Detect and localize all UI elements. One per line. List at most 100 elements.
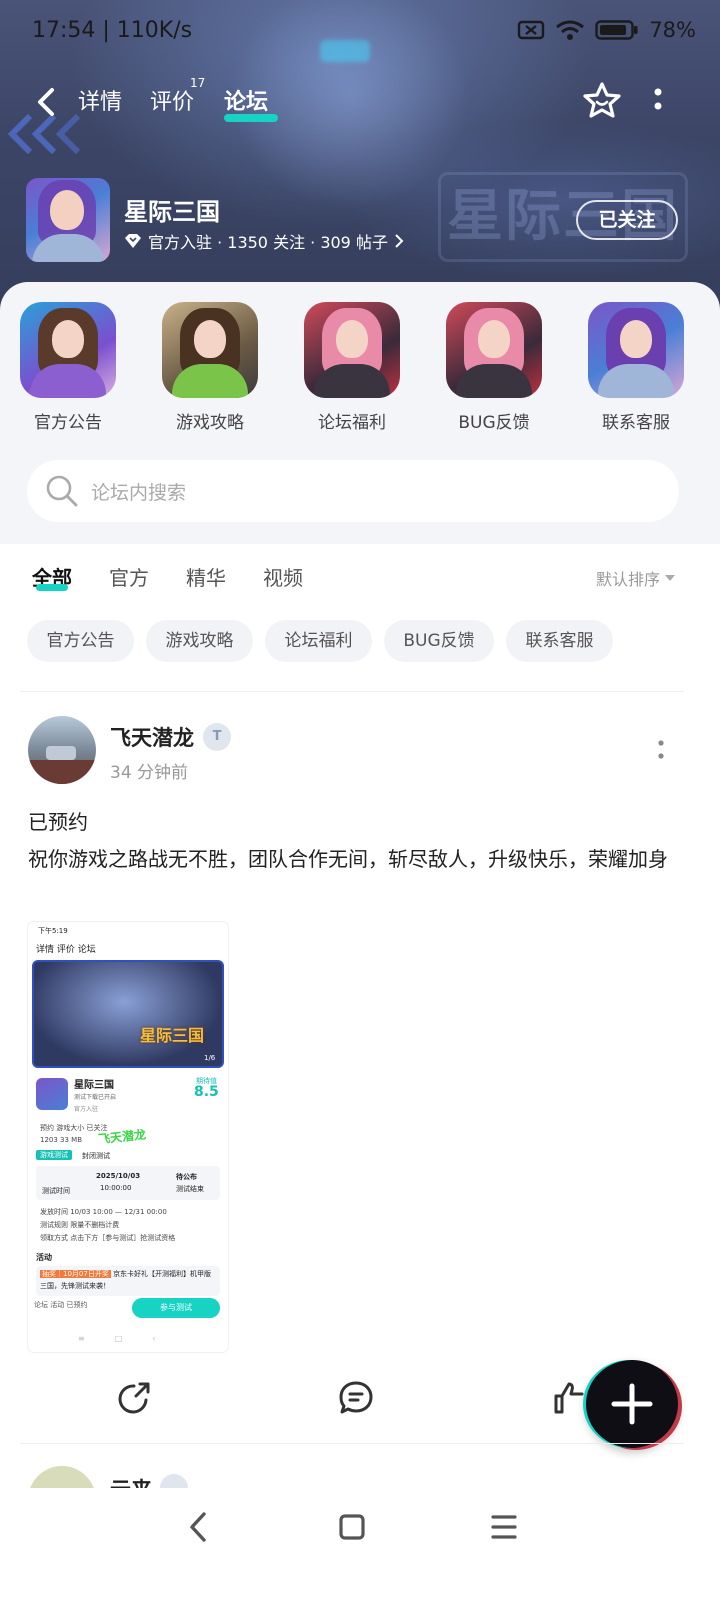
shot-bottom: 论坛 活动 已预约 [34,1301,88,1309]
comment-icon[interactable] [336,1378,376,1418]
share-icon[interactable] [116,1378,156,1418]
shot-date-label: 测试时间 [42,1187,70,1195]
filter-tab-video[interactable]: 视频 [263,562,303,591]
category-label: 论坛福利 [318,413,386,433]
shot-detail-line: 领取方式 点击下方［参与测试］抢测试资格 [40,1234,176,1242]
chip-contact-support[interactable]: 联系客服 [506,620,613,662]
shot-date-sub: 10:00:00 [100,1184,132,1192]
shot-score: 8.5 [194,1084,219,1100]
category-label: BUG反馈 [458,413,530,433]
shot-date-box: 测试时间 2025/10/03 10:00:00 待公布 测试结束 [36,1166,220,1200]
category-thumbnail [20,302,116,398]
shot-game-title: 星际三国 [74,1080,114,1091]
chip-bug-feedback[interactable]: BUG反馈 [384,620,494,662]
battery-percent: 78% [649,18,696,42]
tab-reviews[interactable]: 评价 [150,84,194,116]
post-author-name[interactable]: 飞天潜龙 [110,722,194,752]
post-image-screenshot[interactable]: 下午5:19 详情 评价 论坛 星际三国 1/6 星际三国 测试下载已开启 官方… [28,922,228,1352]
filter-tab-official[interactable]: 官方 [109,562,149,591]
post-timestamp: 34 分钟前 [110,763,189,783]
battery-icon [595,20,638,40]
filter-active-indicator [36,584,68,591]
favorite-star-icon[interactable] [582,80,622,120]
post-author-avatar[interactable] [28,716,96,784]
sort-label: 默认排序 [596,570,661,589]
shot-sub2: 官方入驻 [74,1106,99,1113]
chip-game-guides[interactable]: 游戏攻略 [146,620,253,662]
plus-icon [611,1383,653,1425]
category-label: 游戏攻略 [176,413,244,433]
category-label: 联系客服 [602,413,670,433]
status-indicators: 78% [517,18,696,42]
follow-button[interactable]: 已关注 [576,200,678,240]
top-nav: 详情 评价 17 论坛 [0,72,720,132]
next-post-badge [160,1474,188,1488]
shot-detail-line: 发放时间 10/03 10:00 — 12/31 00:00 [40,1208,167,1216]
category-forum-benefits[interactable]: 论坛福利 [302,302,402,433]
back-arrow-icon[interactable] [30,82,64,122]
verified-diamond-icon [125,234,141,248]
active-tab-indicator [224,114,278,122]
shot-system-nav: ≡□‹ [78,1334,186,1343]
category-label: 官方公告 [34,413,102,433]
shot-details: 发放时间 10/03 10:00 — 12/31 00:00 测试规则 限量不删… [40,1206,175,1245]
filter-tab-featured[interactable]: 精华 [186,562,226,591]
shot-promo: 抽奖｜10月07日开奖 京东卡好礼【开测福利】机甲版三国，先锋测试来袭！ [36,1266,220,1296]
create-post-button[interactable] [586,1360,678,1448]
shot-banner [32,960,224,1068]
post-line: 祝你游戏之路战无不胜，团队合作无间，斩尽敌人，升级快乐，荣耀加身 [28,847,668,871]
category-game-guides[interactable]: 游戏攻略 [160,302,260,433]
post-body[interactable]: 已预约 祝你游戏之路战无不胜，团队合作无间，斩尽敌人，升级快乐，荣耀加身 [28,804,688,878]
category-thumbnail [162,302,258,398]
system-home-icon[interactable] [338,1510,366,1544]
system-nav-bar [0,1488,720,1600]
forum-avatar[interactable] [26,178,110,262]
search-placeholder: 论坛内搜索 [91,482,187,504]
category-thumbnail [304,302,400,398]
shot-logo: 星际三国 [140,1026,205,1045]
forum-meta-text: 官方入驻 · 1350 关注 · 309 帖子 [148,233,388,252]
divider [20,691,684,692]
divider [20,1443,684,1444]
status-time: 17:54 | 110K/s [32,18,193,43]
shot-page-indicator: 1/6 [204,1054,216,1062]
forum-meta[interactable]: 官方入驻 · 1350 关注 · 309 帖子 [124,229,404,253]
shot-nav: 详情 评价 论坛 [36,945,96,955]
shot-date-end-sub: 测试结束 [176,1185,204,1193]
system-menu-icon[interactable] [490,1510,518,1544]
shot-date-end: 待公布 [176,1173,197,1181]
system-back-icon[interactable] [184,1510,212,1544]
sim-off-icon [518,20,545,40]
user-level-badge: T [203,723,231,751]
search-icon [46,475,78,507]
caret-down-icon [665,575,676,581]
shot-activity: 活动 [36,1253,52,1262]
status-bar: 17:54 | 110K/s 78% [0,0,720,66]
shot-watermark: 飞天潜龙 [97,1127,147,1147]
shot-tag: 游戏测试 [36,1150,72,1160]
chip-forum-benefits[interactable]: 论坛福利 [265,620,372,662]
sort-dropdown[interactable]: 默认排序 [596,566,676,590]
shot-game-icon [36,1078,68,1110]
tab-details[interactable]: 详情 [78,84,122,116]
category-bug-feedback[interactable]: BUG反馈 [444,302,544,433]
category-official-announcements[interactable]: 官方公告 [18,302,118,433]
forum-name: 星际三国 [124,198,220,226]
reviews-count: 17 [190,76,206,90]
tab-forum[interactable]: 论坛 [224,84,268,116]
more-options-icon[interactable] [650,82,666,122]
shot-detail-line: 测试规则 限量不删档计费 [40,1221,120,1229]
shot-cta: 参与测试 [132,1298,220,1318]
chevron-right-icon [395,234,404,248]
shot-status: 下午5:19 [38,927,68,935]
post-more-icon[interactable] [656,738,666,764]
category-thumbnail [446,302,542,398]
category-thumbnail [588,302,684,398]
post-line: 已预约 [28,810,88,834]
shot-promo-tag: 抽奖｜10月07日开奖 [40,1270,111,1278]
forum-search-box[interactable]: 论坛内搜索 [27,460,679,522]
shot-date: 2025/10/03 [96,1172,141,1180]
shot-sub: 测试下载已开启 [74,1094,117,1101]
chip-official-announcements[interactable]: 官方公告 [27,620,134,662]
category-contact-support[interactable]: 联系客服 [586,302,686,433]
